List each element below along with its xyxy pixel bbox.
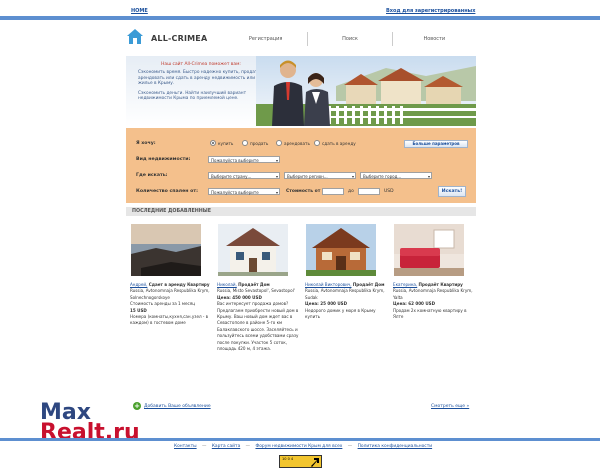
listing-author[interactable]: Николай, bbox=[217, 282, 237, 287]
footer-links: Контакты — Карта сайта — Форум недвижимо… bbox=[172, 444, 434, 449]
cost-from-input[interactable] bbox=[322, 188, 344, 195]
search-row-intent: Я хочу: купить продать арендовать сдать … bbox=[126, 140, 476, 150]
footer-privacy-link[interactable]: Политика конфиденциальности bbox=[358, 444, 433, 449]
listing-actions: + Добавить Ваше объявление Смотреть еще … bbox=[126, 402, 476, 412]
radio-buy-label: купить bbox=[218, 141, 234, 146]
listing-info: Николай, Продаёт Дом Russia, Misto Sevas… bbox=[217, 282, 301, 352]
counter-text: 10 0 4 bbox=[282, 457, 294, 461]
banner-text: Наш сайт All-Crimea поможет вам: Сэконом… bbox=[138, 62, 264, 105]
listing-photo[interactable] bbox=[131, 224, 201, 276]
site-header: ALL-CRIMEA Регистрация Поиск Новости bbox=[126, 28, 476, 50]
listing-desc: Недорого домик у моря в Крыму купить bbox=[305, 307, 376, 320]
listing-location: Russia, Avtonomnaja Respublika Krym, Sud… bbox=[305, 288, 385, 300]
site-logo-text[interactable]: ALL-CRIMEA bbox=[151, 34, 207, 43]
listing-photo[interactable] bbox=[306, 224, 376, 276]
house-logo-icon[interactable] bbox=[126, 28, 144, 46]
listing-location: Russia, Avtonomnaja Respublika Krym, Sol… bbox=[130, 288, 210, 300]
listing-title: Продаёт Дом bbox=[352, 282, 385, 287]
listing-title: Продаёт Квартиру bbox=[418, 282, 463, 287]
type-label: Вид недвижимости: bbox=[136, 157, 191, 162]
banner-paragraph-2: Сэкономить деньги. Найти наилучший вариа… bbox=[138, 90, 247, 102]
radio-sell[interactable]: продать bbox=[242, 140, 268, 148]
listing-title: Сдает в аренду Квартиру bbox=[148, 282, 210, 287]
nav-search[interactable]: Поиск bbox=[307, 32, 391, 46]
listing-title: Продаёт Дом bbox=[238, 282, 270, 287]
radio-buy[interactable]: купить bbox=[210, 140, 233, 148]
banner-headline: Наш сайт All-Crimea поможет вам: bbox=[161, 62, 241, 67]
region-select[interactable]: Выберите регион... bbox=[284, 172, 356, 180]
property-type-select[interactable]: Пожалуйста выберите bbox=[208, 156, 280, 164]
see-more-link[interactable]: Смотреть еще » bbox=[431, 404, 469, 409]
footer-sitemap-link[interactable]: Карта сайта bbox=[212, 444, 240, 449]
listing-desc: Номера (комнаты,кухня,сан.узел - в каждо… bbox=[130, 314, 209, 326]
currency-label: USD bbox=[384, 189, 394, 194]
cost-from-label: Стоимость от bbox=[286, 189, 321, 194]
radio-let-label: сдать в аренду bbox=[322, 141, 356, 146]
footer-divider bbox=[0, 438, 600, 441]
rooms-label: Количество спален от: bbox=[136, 189, 198, 194]
listing-price: Цена: 450 000 USD bbox=[217, 294, 262, 300]
listing-desc: Продам 2х комнатную квартиру в Ялте bbox=[393, 307, 467, 320]
recent-listings-title: ПОСЛЕДНИЕ ДОБАВЛЕННЫЕ bbox=[126, 207, 476, 216]
listing-photo[interactable] bbox=[394, 224, 464, 276]
top-divider bbox=[0, 16, 600, 20]
visitor-counter[interactable]: 10 0 4 bbox=[279, 455, 322, 468]
arrow-icon bbox=[311, 458, 319, 467]
search-row-type: Вид недвижимости: Пожалуйста выберите bbox=[126, 156, 476, 166]
footer-separator: — bbox=[245, 444, 251, 449]
listing-price: 15 USD bbox=[130, 307, 147, 313]
banner-photo bbox=[256, 56, 476, 126]
main-nav: Регистрация Поиск Новости bbox=[224, 32, 476, 46]
listing-extra: Стоимость аренды за 1 месяц bbox=[130, 301, 196, 307]
watermark-line-2: Realt.ru bbox=[40, 420, 140, 445]
more-params-button[interactable]: Больше параметров bbox=[404, 140, 468, 148]
add-listing-link[interactable]: Добавить Ваше объявление bbox=[144, 404, 211, 409]
listing-price: Цена: 62 000 USD bbox=[393, 301, 435, 307]
promo-banner: Наш сайт All-Crimea поможет вам: Сэконом… bbox=[126, 56, 476, 126]
listing-price: Цена: 25 000 USD bbox=[305, 301, 347, 307]
footer-separator: — bbox=[202, 444, 207, 449]
banner-paragraph-1: Сэкономить время. Быстро надежно купить,… bbox=[138, 70, 262, 87]
rooms-select[interactable]: Пожалуйста выберите bbox=[208, 188, 280, 196]
listing-location: Russia, Avtonomnaja Respublika Krym, Yal… bbox=[393, 288, 473, 300]
listing-info: Андрей, Сдает в аренду Квартиру Russia, … bbox=[130, 282, 214, 327]
listing-desc: Вас интересует продажа домов? Предлагаем… bbox=[217, 301, 299, 352]
nav-register[interactable]: Регистрация bbox=[224, 32, 307, 46]
login-link[interactable]: Вход для зарегистрированных bbox=[386, 8, 475, 14]
cost-to-input[interactable] bbox=[358, 188, 380, 195]
search-row-rooms-cost: Количество спален от: Пожалуйста выберит… bbox=[126, 186, 476, 198]
city-select[interactable]: Выберите город... bbox=[360, 172, 432, 180]
intent-label: Я хочу: bbox=[136, 141, 156, 146]
listing-photo[interactable] bbox=[218, 224, 288, 276]
search-form: Я хочу: купить продать арендовать сдать … bbox=[126, 128, 476, 203]
search-submit-button[interactable]: Искать! bbox=[438, 186, 466, 197]
footer-separator: — bbox=[347, 444, 353, 449]
location-label: Где искать: bbox=[136, 173, 168, 178]
footer-forum-link[interactable]: Форум недвижимости Крым для всех bbox=[255, 444, 342, 449]
top-bar: HOME Вход для зарегистрированных bbox=[0, 0, 600, 22]
listing-author[interactable]: Екатерина, bbox=[393, 282, 417, 287]
listing-location: Russia, Misto Sevastopol', Sevastopol' bbox=[217, 288, 295, 294]
listing-info: Николай Викторович, Продаёт Дом Russia, … bbox=[305, 282, 389, 320]
radio-rent-label: арендовать bbox=[284, 141, 310, 146]
listing-author[interactable]: Андрей, bbox=[130, 282, 147, 287]
home-link[interactable]: HOME bbox=[131, 8, 148, 14]
radio-let[interactable]: сдать в аренду bbox=[314, 140, 356, 148]
plus-icon[interactable]: + bbox=[133, 402, 141, 410]
listing-info: Екатерина, Продаёт Квартиру Russia, Avto… bbox=[393, 282, 477, 320]
listing-author[interactable]: Николай Викторович, bbox=[305, 282, 352, 287]
search-row-location: Где искать: Выберите страну... Выберите … bbox=[126, 172, 476, 182]
cost-to-label: до bbox=[348, 189, 354, 194]
radio-rent[interactable]: арендовать bbox=[276, 140, 310, 148]
nav-news[interactable]: Новости bbox=[391, 32, 476, 46]
radio-sell-label: продать bbox=[250, 141, 269, 146]
footer-contacts-link[interactable]: Контакты bbox=[174, 444, 197, 449]
country-select[interactable]: Выберите страну... bbox=[208, 172, 280, 180]
